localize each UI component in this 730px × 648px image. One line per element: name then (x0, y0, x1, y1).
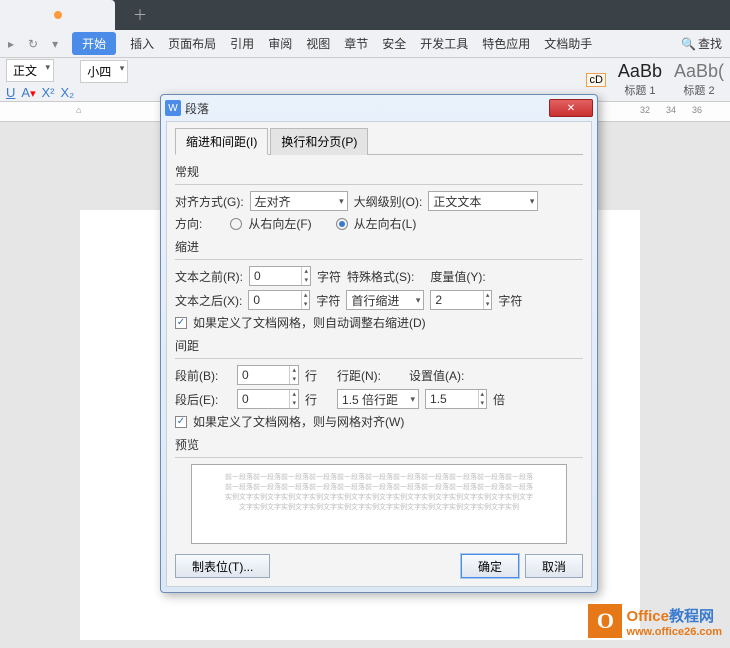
unit-char: 字符 (316, 292, 340, 309)
indent-after-label: 文本之后(X): (175, 292, 242, 309)
direction-label: 方向: (175, 215, 202, 232)
ribbon-tab-featured[interactable]: 特色应用 (482, 35, 530, 52)
direction-rtl-label[interactable]: 从右向左(F) (248, 215, 311, 232)
indent-before-label: 文本之前(R): (175, 268, 243, 285)
dialog-titlebar[interactable]: W 段落 ✕ (161, 95, 597, 121)
style-select[interactable]: 正文 (6, 59, 54, 82)
unit-line: 行 (305, 391, 317, 408)
auto-adjust-indent-checkbox[interactable]: ✓ (175, 317, 187, 329)
direction-ltr-radio[interactable] (336, 218, 348, 230)
space-before-label: 段前(B): (175, 367, 231, 384)
indent-after-input[interactable]: 0 (248, 290, 310, 310)
style-prefix[interactable]: cD (586, 73, 605, 87)
linespacing-label: 行距(N): (337, 367, 381, 384)
style-preview-text: AaBb (618, 61, 662, 82)
preview-line: 文字实例文字实例文字实例文字实例文字实例文字实例文字实例文字实例文字实例文字实例 (208, 503, 550, 513)
ribbon-tab-helper[interactable]: 文档助手 (544, 35, 592, 52)
section-spacing: 间距 (175, 337, 583, 354)
search-label: 查找 (698, 35, 722, 52)
direction-rtl-radio[interactable] (230, 218, 242, 230)
direction-ltr-label[interactable]: 从左向右(L) (354, 215, 417, 232)
ribbon-tab-view[interactable]: 视图 (306, 35, 330, 52)
unit-line: 行 (305, 367, 317, 384)
preview-box: 前一段落前一段落前一段落前一段落前一段落前一段落前一段落前一段落前一段落前一段落… (191, 464, 567, 544)
cancel-button[interactable]: 取消 (525, 554, 583, 578)
unit-bei: 倍 (493, 391, 505, 408)
style-label: 标题 2 (674, 82, 724, 98)
close-button[interactable]: ✕ (549, 99, 593, 117)
ribbon-tab-insert[interactable]: 插入 (130, 35, 154, 52)
alignment-label: 对齐方式(G): (175, 193, 244, 210)
space-after-label: 段后(E): (175, 391, 231, 408)
setvalue-label: 设置值(A): (409, 367, 464, 384)
special-indent-select[interactable]: 首行缩进 (346, 290, 424, 310)
search-icon: 🔍 (681, 37, 696, 51)
snap-to-grid-checkbox[interactable]: ✓ (175, 416, 187, 428)
new-tab-button[interactable]: ＋ (133, 5, 147, 25)
section-general: 常规 (175, 163, 583, 180)
space-after-input[interactable]: 0 (237, 389, 299, 409)
tab-indent-spacing[interactable]: 缩进和间距(I) (175, 128, 268, 155)
special-amount-label: 度量值(Y): (430, 268, 485, 285)
ribbon-tab-section[interactable]: 章节 (344, 35, 368, 52)
dialog-tabs: 缩进和间距(I) 换行和分页(P) (175, 128, 583, 155)
preview-line: 前一段落前一段落前一段落前一段落前一段落前一段落前一段落前一段落前一段落前一段落… (208, 473, 550, 483)
snap-to-grid-label[interactable]: 如果定义了文档网格，则与网格对齐(W) (193, 413, 404, 430)
auto-adjust-indent-label[interactable]: 如果定义了文档网格，则自动调整右缩进(D) (193, 314, 426, 331)
ok-button[interactable]: 确定 (461, 554, 519, 578)
unsaved-dot-icon (54, 11, 62, 19)
special-amount-input[interactable]: 2 (430, 290, 492, 310)
paragraph-dialog: W 段落 ✕ 缩进和间距(I) 换行和分页(P) 常规 对齐方式(G): 左对齐… (160, 94, 598, 593)
watermark-icon: O (588, 604, 622, 638)
style-heading2[interactable]: AaBb( 标题 2 (674, 61, 724, 98)
ribbon-tab-references[interactable]: 引用 (230, 35, 254, 52)
style-label: 标题 1 (618, 82, 662, 98)
ribbon-tab-pagelayout[interactable]: 页面布局 (168, 35, 216, 52)
dialog-title: 段落 (185, 100, 209, 117)
linespacing-select[interactable]: 1.5 倍行距 (337, 389, 419, 409)
watermark-logo: O Office教程网 www.office26.com (588, 604, 722, 638)
unit-char: 字符 (317, 268, 341, 285)
alignment-select[interactable]: 左对齐 (250, 191, 348, 211)
ribbon-menu: ▸ ↻ ▾ 开始 插入 页面布局 引用 审阅 视图 章节 安全 开发工具 特色应… (0, 30, 730, 58)
outline-select[interactable]: 正文文本 (428, 191, 538, 211)
underline-icon[interactable]: U (6, 85, 15, 100)
section-indent: 缩进 (175, 238, 583, 255)
window-tabbar: ＋ (0, 0, 730, 30)
subscript-icon[interactable]: X₂ (61, 85, 75, 100)
redo-icon[interactable]: ↻ (28, 37, 38, 51)
style-preview-text: AaBb( (674, 61, 724, 82)
section-preview: 预览 (175, 436, 583, 453)
special-indent-label: 特殊格式(S): (347, 268, 414, 285)
ribbon-tab-review[interactable]: 审阅 (268, 35, 292, 52)
setvalue-input[interactable]: 1.5 (425, 389, 487, 409)
dropdown-icon[interactable]: ▾ (52, 37, 58, 51)
font-color-icon[interactable]: A▾ (21, 85, 35, 100)
preview-line: 实例文字实例文字实例文字实例文字实例文字实例文字实例文字实例文字实例文字实例文字… (208, 493, 550, 503)
prev-arrow-icon[interactable]: ▸ (8, 37, 14, 51)
indent-before-input[interactable]: 0 (249, 266, 311, 286)
font-size-select[interactable]: 小四 (80, 60, 128, 83)
watermark-url: www.office26.com (626, 626, 722, 638)
search-button[interactable]: 🔍 查找 (681, 35, 722, 52)
ribbon-tab-security[interactable]: 安全 (382, 35, 406, 52)
tab-line-page-breaks[interactable]: 换行和分页(P) (270, 128, 368, 155)
app-logo-icon: W (165, 100, 181, 116)
unit-char: 字符 (498, 292, 522, 309)
ribbon-tab-developer[interactable]: 开发工具 (420, 35, 468, 52)
outline-label: 大纲级别(O): (354, 193, 423, 210)
preview-line: 前一段落前一段落前一段落前一段落前一段落前一段落前一段落前一段落前一段落前一段落… (208, 483, 550, 493)
tabs-button[interactable]: 制表位(T)... (175, 554, 270, 578)
ribbon-tab-start[interactable]: 开始 (72, 32, 116, 55)
style-heading1[interactable]: AaBb 标题 1 (618, 61, 662, 98)
superscript-icon[interactable]: X² (42, 85, 55, 100)
document-tab[interactable] (0, 0, 115, 30)
space-before-input[interactable]: 0 (237, 365, 299, 385)
